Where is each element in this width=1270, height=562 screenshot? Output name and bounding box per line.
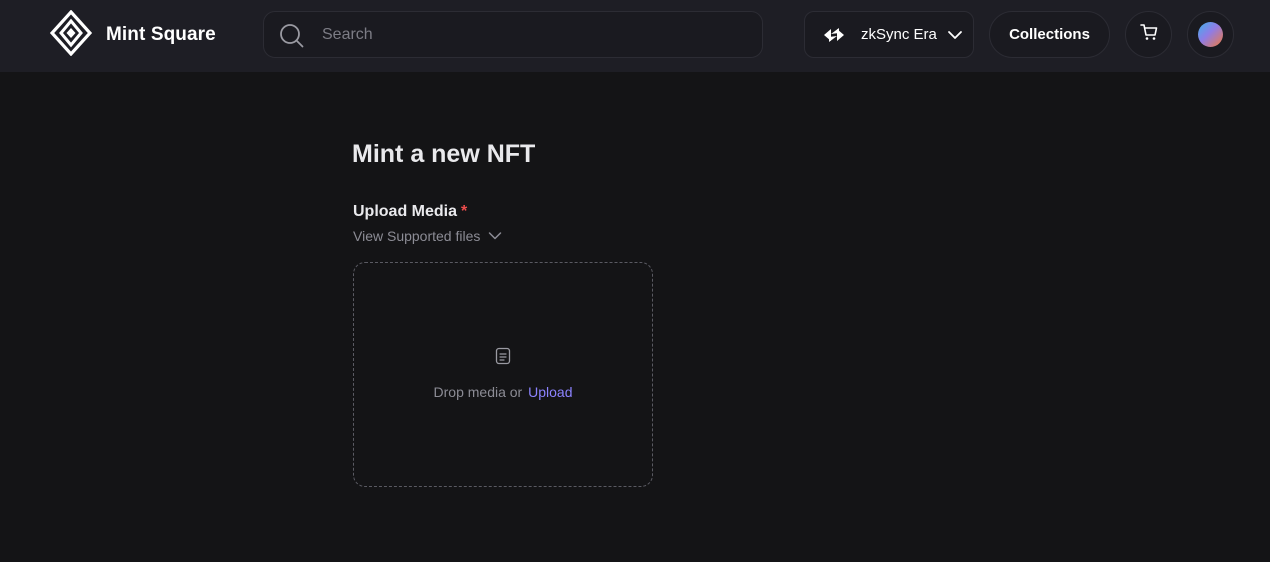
search-icon <box>279 23 305 54</box>
account-button[interactable] <box>1187 11 1234 58</box>
drop-media-text: Drop media or <box>433 384 523 400</box>
chevron-down-icon <box>488 228 502 244</box>
brand-logo-link[interactable]: Mint Square <box>49 9 216 61</box>
media-dropzone[interactable]: Drop media or Upload <box>353 262 653 487</box>
network-label: zkSync Era <box>861 26 937 43</box>
brand-name: Mint Square <box>106 24 216 45</box>
search-box[interactable] <box>263 11 763 58</box>
upload-media-label-text: Upload Media <box>353 203 458 220</box>
avatar <box>1198 22 1223 47</box>
upload-media-label: Upload Media * <box>353 203 467 221</box>
collections-button[interactable]: Collections <box>989 11 1110 58</box>
chevron-down-icon <box>947 28 963 47</box>
top-navigation-bar: Mint Square zkSync Era Collections <box>0 0 1270 72</box>
upload-link[interactable]: Upload <box>528 384 572 400</box>
cart-icon <box>1139 23 1158 46</box>
cart-button[interactable] <box>1125 11 1172 58</box>
view-supported-files-toggle[interactable]: View Supported files <box>353 228 502 244</box>
search-input[interactable] <box>322 12 752 57</box>
view-supported-files-label: View Supported files <box>353 228 481 244</box>
dropzone-text: Drop media or Upload <box>354 384 652 400</box>
file-icon <box>494 347 512 370</box>
mint-square-logo-icon <box>49 9 93 61</box>
network-arrows-icon <box>823 26 845 49</box>
network-selector[interactable]: zkSync Era <box>804 11 974 58</box>
required-mark: * <box>461 203 468 220</box>
page-title: Mint a new NFT <box>352 140 536 168</box>
